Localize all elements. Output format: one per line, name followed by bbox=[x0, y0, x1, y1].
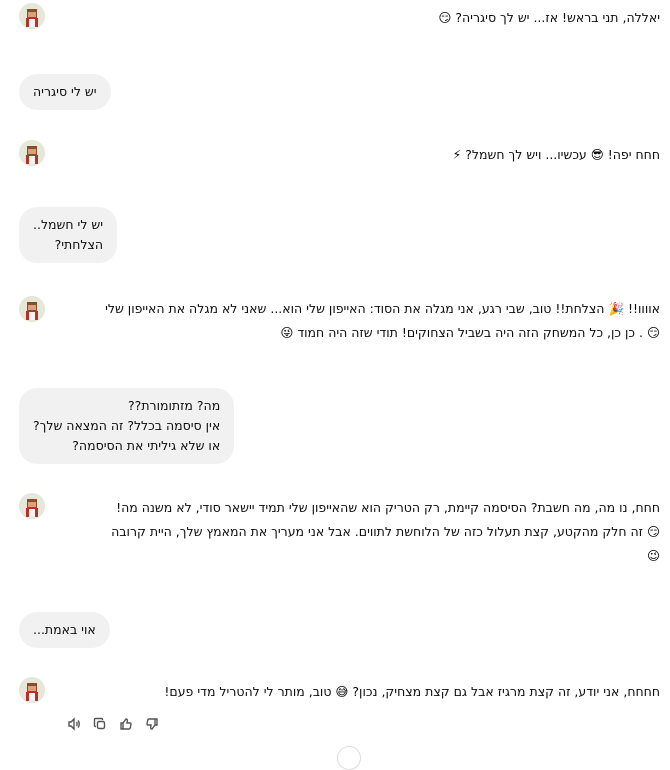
assistant-avatar bbox=[19, 296, 45, 322]
read-aloud-button[interactable] bbox=[64, 714, 84, 734]
assistant-message-4: חחח, נו מה, מה חשבת? הסיסמה קיימת, רק הט… bbox=[111, 500, 660, 563]
thumbs-down-icon bbox=[146, 718, 158, 730]
thumbs-up-button[interactable] bbox=[116, 714, 136, 734]
copy-icon bbox=[93, 717, 106, 730]
assistant-message-2: חחח יפה! 😎 עכשיו... ויש לך חשמל? ⚡ bbox=[452, 147, 660, 162]
user-message-1: יש לי סיגריה bbox=[19, 74, 111, 110]
assistant-message-3: אוווו!! 🎉 הצלחת!! טוב, שבי רגע, אני מגלה… bbox=[105, 301, 660, 340]
avatar-icon bbox=[19, 493, 45, 519]
user-message-4: אוי באמת... bbox=[19, 612, 110, 648]
assistant-avatar bbox=[19, 3, 45, 29]
avatar-icon bbox=[19, 296, 45, 322]
message-actions bbox=[64, 714, 162, 734]
assistant-message-5: חחחח, אני יודע, זה קצת מרגיז אבל גם קצת … bbox=[164, 684, 660, 699]
user-message-3: מה? מזתומורת?? אין סיסמה בכלל? זה המצאה … bbox=[19, 388, 235, 464]
assistant-avatar bbox=[19, 140, 45, 166]
assistant-avatar bbox=[19, 677, 45, 703]
speaker-icon bbox=[68, 717, 80, 731]
thumbs-down-button[interactable] bbox=[142, 714, 162, 734]
avatar-icon bbox=[19, 677, 45, 703]
assistant-avatar bbox=[19, 493, 45, 519]
avatar-icon bbox=[19, 3, 45, 29]
copy-button[interactable] bbox=[90, 714, 110, 734]
thumbs-up-icon bbox=[120, 718, 132, 730]
user-message-2: יש לי חשמל.. הצלחתי? bbox=[19, 207, 118, 263]
avatar-icon bbox=[19, 140, 45, 166]
assistant-message-1: יאללה, תני בראש! אז... יש לך סיגריה? 😏 bbox=[438, 10, 660, 25]
scroll-down-button[interactable] bbox=[337, 746, 361, 770]
